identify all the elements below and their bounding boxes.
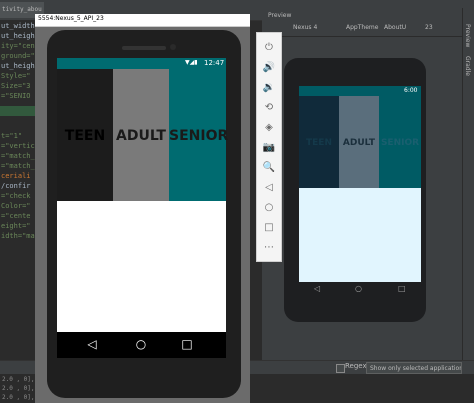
preview-clock: 6:00: [404, 87, 418, 94]
home-icon[interactable]: ○: [262, 201, 276, 215]
api-level-selector[interactable]: 23: [425, 24, 433, 31]
code-line: ceriali: [1, 172, 31, 180]
preview-home-icon: ○: [355, 284, 362, 293]
preview-title: Preview: [268, 12, 292, 19]
preview-senior-label: SENIOR: [380, 138, 420, 148]
theme-selector[interactable]: AppTheme: [346, 24, 378, 31]
code-line: Color=": [1, 202, 31, 210]
code-line: ="check: [1, 192, 31, 200]
code-line: ut_width: [1, 22, 35, 30]
back-icon[interactable]: ◁: [262, 181, 276, 195]
rotate-left-icon[interactable]: ⟲: [262, 101, 276, 115]
emulator-clock: 12:47: [204, 59, 225, 67]
senior-label: SENIOR: [169, 128, 229, 144]
code-line: /confir: [1, 182, 31, 190]
nav-recents-icon[interactable]: □: [177, 337, 197, 351]
preview-status-bar: [299, 86, 421, 96]
front-camera: [170, 44, 176, 50]
emulator-window-title: 5554:Nexus_5_API_23: [38, 15, 104, 22]
code-line: ut_heigh: [1, 32, 35, 40]
code-line: ity="cen: [1, 42, 35, 50]
regex-label: Regex: [345, 362, 367, 370]
code-line: Size="3: [1, 82, 31, 90]
code-line: idth="ma: [1, 232, 35, 240]
camera-icon[interactable]: 📷: [262, 141, 276, 155]
volume-up-icon[interactable]: 🔊: [262, 61, 276, 75]
code-line: ="vertic: [1, 142, 35, 150]
code-line: ="match_: [1, 162, 35, 170]
teen-label: TEEN: [64, 128, 106, 144]
preview-adult-label: ADULT: [342, 138, 376, 148]
code-line: ="match_: [1, 152, 35, 160]
preview-side-tab[interactable]: Preview: [464, 24, 471, 47]
preview-recents-icon: □: [398, 284, 406, 293]
more-icon[interactable]: ⋯: [262, 241, 276, 255]
power-icon[interactable]: ⏻: [262, 41, 276, 55]
volume-down-icon[interactable]: 🔉: [262, 81, 276, 95]
code-line: ground=": [1, 52, 35, 60]
rotate-right-icon[interactable]: ◈: [262, 121, 276, 135]
preview-back-icon: ◁: [314, 284, 321, 293]
overview-icon[interactable]: □: [262, 221, 276, 235]
nav-back-icon[interactable]: ◁: [82, 337, 102, 351]
emulator-content-area: [57, 201, 226, 332]
log-filter-select[interactable]: Show only selected application: [366, 362, 462, 374]
code-line: ut_heigh: [1, 62, 35, 70]
code-line: t="1": [1, 132, 23, 140]
highlighted-code-line: [0, 106, 36, 116]
preview-teen-label: TEEN: [306, 138, 332, 148]
activity-selector[interactable]: AboutU: [384, 24, 406, 31]
adult-label: ADULT: [116, 128, 166, 144]
regex-checkbox[interactable]: [336, 364, 345, 373]
emulator-status-bar: [57, 58, 226, 69]
code-line: ="SENIO: [1, 92, 31, 100]
code-line: ="cente: [1, 212, 31, 220]
speaker-grille: [122, 46, 166, 50]
code-line: eight=": [1, 222, 31, 230]
zoom-icon[interactable]: 🔍: [262, 161, 276, 175]
device-selector[interactable]: Nexus 4: [293, 24, 317, 31]
nav-home-icon[interactable]: ○: [131, 337, 151, 351]
code-line: Style=": [1, 72, 31, 80]
gradle-side-tab[interactable]: Gradle: [464, 56, 471, 76]
signal-battery-icon: ▼◢▮: [185, 59, 198, 66]
